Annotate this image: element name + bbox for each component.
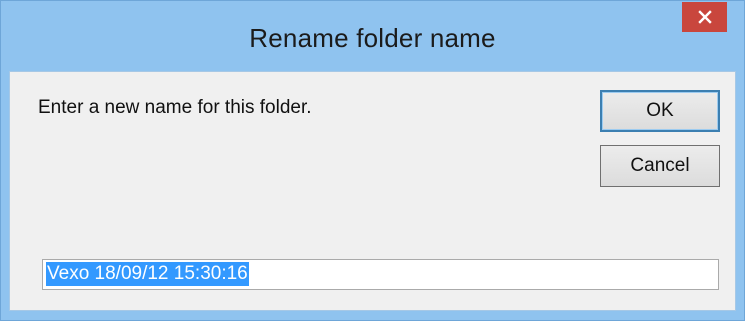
folder-name-input[interactable]: Vexo 18/09/12 15:30:16 [42,259,719,290]
close-icon [697,10,712,24]
dialog-body: Enter a new name for this folder. OK Can… [9,71,736,311]
window-title: Rename folder name [249,23,496,53]
selected-text: Vexo 18/09/12 15:30:16 [46,262,249,286]
title-bar[interactable]: Rename folder name [1,1,744,71]
prompt-label: Enter a new name for this folder. [38,97,312,118]
ok-button[interactable]: OK [600,90,720,132]
rename-folder-dialog: Rename folder name Enter a new name for … [0,0,745,321]
cancel-button[interactable]: Cancel [600,145,720,187]
close-button[interactable] [682,2,727,32]
